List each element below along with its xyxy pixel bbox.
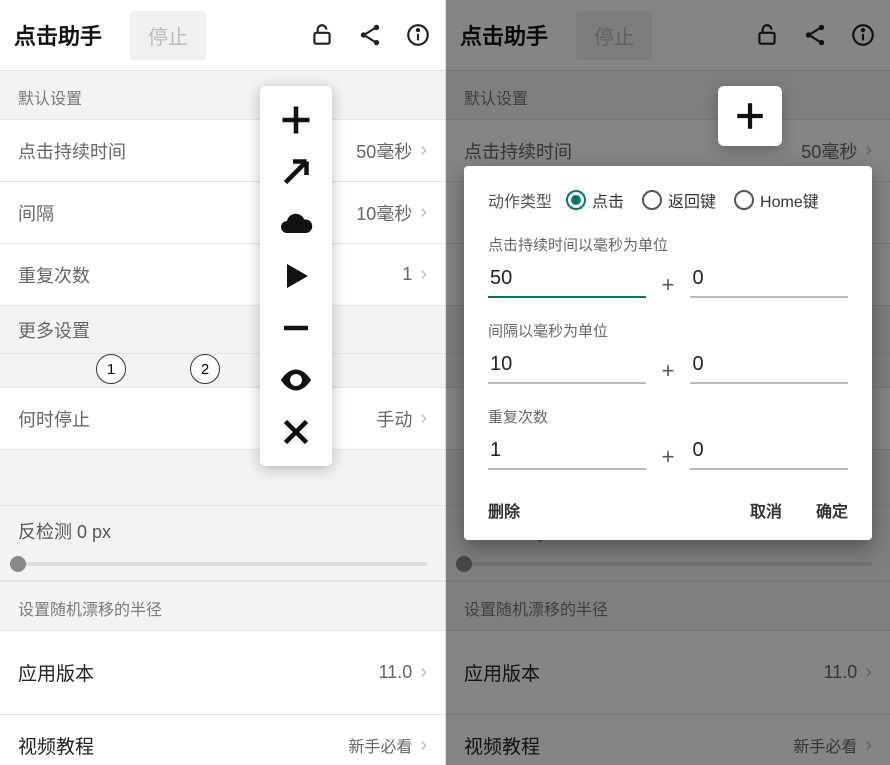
plus-minus-icon: + [660,444,677,470]
header: 点击助手 停止 [0,0,445,70]
interval-random-input[interactable]: 0 [690,347,848,384]
app-screen-settings: 点击助手 停止 默认设置 点击持续时间 50毫秒 › 间隔 10毫秒 › 重复次 [0,0,445,765]
chevron-right-icon: › [420,201,427,224]
anti-detection-label: 反检测 0 px [0,506,445,544]
section-more-settings: 更多设置 [0,306,445,354]
section-default-settings: 默认设置 [0,70,445,120]
section-drift-radius: 设置随机漂移的半径 [0,581,445,631]
play-icon[interactable] [270,250,322,302]
remove-icon[interactable] [270,302,322,354]
add-click-icon[interactable] [270,94,322,146]
row-interval[interactable]: 间隔 10毫秒 › [0,182,445,244]
eye-icon[interactable] [270,354,322,406]
radio-back[interactable]: 返回键 [642,188,716,212]
row-stop-when[interactable]: 何时停止 手动 › [0,388,445,450]
row-click-duration[interactable]: 点击持续时间 50毫秒 › [0,120,445,182]
add-swipe-icon[interactable] [270,146,322,198]
row-app-version[interactable]: 应用版本 11.0 › [0,631,445,715]
anti-detection-slider[interactable] [0,544,445,581]
lock-icon[interactable] [309,22,335,48]
row-repeat[interactable]: 重复次数 1 › [0,244,445,306]
radio-home[interactable]: Home键 [734,188,819,212]
action-type-label: 动作类型 [488,188,552,212]
share-icon[interactable] [357,22,383,48]
cloud-icon[interactable] [270,198,322,250]
chevron-right-icon: › [420,407,427,430]
delete-button[interactable]: 删除 [488,498,520,522]
chevron-right-icon: › [420,263,427,286]
duration-label: 点击持续时间以毫秒为单位 [488,234,848,255]
repeat-random-input[interactable]: 0 [690,433,848,470]
chevron-right-icon: › [420,661,427,684]
click-target-marker-1[interactable]: 1 [96,354,126,384]
info-icon[interactable] [405,22,431,48]
row-video-tutorial[interactable]: 视频教程 新手必看 › [0,715,445,765]
plus-minus-icon: + [660,272,677,298]
slider-thumb[interactable] [10,556,26,572]
interval-label: 间隔以毫秒为单位 [488,320,848,341]
chevron-right-icon: › [420,139,427,162]
app-title: 点击助手 [14,19,102,51]
action-settings-dialog: 动作类型 点击 返回键 Home键 点击持续时间以毫秒为单位 50 + 0 [464,166,872,540]
close-icon[interactable] [270,406,322,458]
chevron-right-icon: › [420,734,427,757]
repeat-label: 重复次数 [488,406,848,427]
app-screen-dialog: 点击助手 停止 默认设置 点击持续时间50毫秒› 间隔10毫秒› 重复次数1› … [445,0,890,765]
cancel-button[interactable]: 取消 [750,498,782,522]
click-target-marker-2[interactable]: 2 [190,354,220,384]
plus-minus-icon: + [660,358,677,384]
confirm-button[interactable]: 确定 [816,498,848,522]
radio-click[interactable]: 点击 [566,188,624,212]
duration-input[interactable]: 50 [488,261,646,298]
interval-input[interactable]: 10 [488,347,646,384]
floating-toolbar-collapsed[interactable] [718,86,782,146]
duration-random-input[interactable]: 0 [690,261,848,298]
stop-button[interactable]: 停止 [130,11,206,60]
floating-toolbar[interactable] [260,86,332,466]
repeat-input[interactable]: 1 [488,433,646,470]
